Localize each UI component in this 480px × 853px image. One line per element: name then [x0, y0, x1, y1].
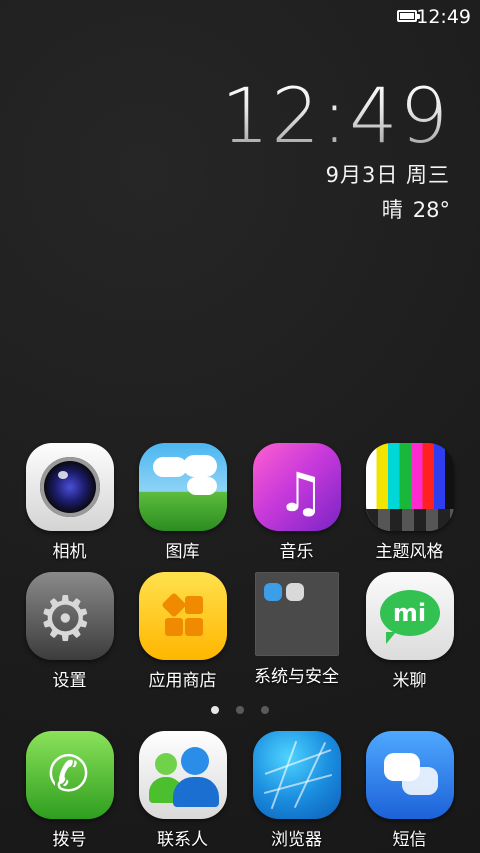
app-miliao[interactable]: mi 米聊 — [353, 572, 466, 691]
phone-icon: ✆ — [25, 731, 114, 819]
dock-contacts[interactable]: 联系人 — [126, 731, 239, 850]
clock-time: 12:49 — [220, 71, 450, 160]
app-store-icon — [138, 572, 227, 660]
app-store[interactable]: 应用商店 — [126, 572, 239, 691]
app-settings[interactable]: ⚙ 设置 — [13, 572, 126, 691]
status-time: 12:49 — [416, 6, 471, 28]
status-bar: 12:49 — [0, 0, 480, 34]
dock-messages[interactable]: 短信 — [353, 731, 466, 850]
app-label: 联系人 — [157, 830, 208, 850]
gallery-icon — [138, 443, 227, 531]
page-dot — [210, 706, 219, 714]
app-music[interactable]: ♫ 音乐 — [240, 443, 353, 562]
app-themes[interactable]: 主题风格 — [353, 443, 466, 562]
app-label: 图库 — [165, 542, 200, 562]
music-icon: ♫ — [252, 443, 341, 531]
dock-dialer[interactable]: ✆ 拨号 — [13, 731, 126, 850]
miliao-logo-text: mi — [392, 599, 427, 627]
miliao-chat-icon: mi — [365, 572, 454, 660]
settings-gear-icon: ⚙ — [25, 572, 114, 660]
weather-condition: 晴 — [381, 198, 403, 222]
clock-date: 9月3日 周三 — [325, 163, 450, 187]
folder-icon — [254, 572, 339, 656]
app-label: 短信 — [392, 830, 427, 850]
page-dot — [261, 706, 270, 714]
folder-system-security[interactable]: 系统与安全 — [240, 572, 353, 687]
clock-widget[interactable]: 12:49 9月3日 周三 晴 28° — [221, 78, 450, 224]
sms-icon — [365, 731, 454, 819]
app-label: 拨号 — [52, 830, 87, 850]
contacts-icon — [138, 731, 227, 819]
app-label: 音乐 — [279, 542, 314, 562]
battery-icon — [397, 10, 420, 22]
app-label: 应用商店 — [148, 671, 217, 691]
app-camera[interactable]: 相机 — [13, 443, 126, 562]
weather-info: 晴 28° — [221, 194, 450, 224]
app-label: 浏览器 — [271, 830, 322, 850]
dock-browser[interactable]: 浏览器 — [240, 731, 353, 850]
page-dot — [236, 706, 244, 714]
app-label: 系统与安全 — [254, 667, 339, 687]
app-gallery[interactable]: 图库 — [126, 443, 239, 562]
page-indicator — [0, 699, 480, 718]
camera-icon — [25, 443, 114, 531]
app-label: 主题风格 — [375, 542, 444, 562]
app-label: 相机 — [52, 542, 87, 562]
temperature: 28° — [412, 198, 450, 222]
browser-icon — [252, 731, 341, 819]
app-label: 设置 — [52, 671, 87, 691]
app-label: 米聊 — [392, 671, 427, 691]
theme-icon — [365, 443, 454, 531]
